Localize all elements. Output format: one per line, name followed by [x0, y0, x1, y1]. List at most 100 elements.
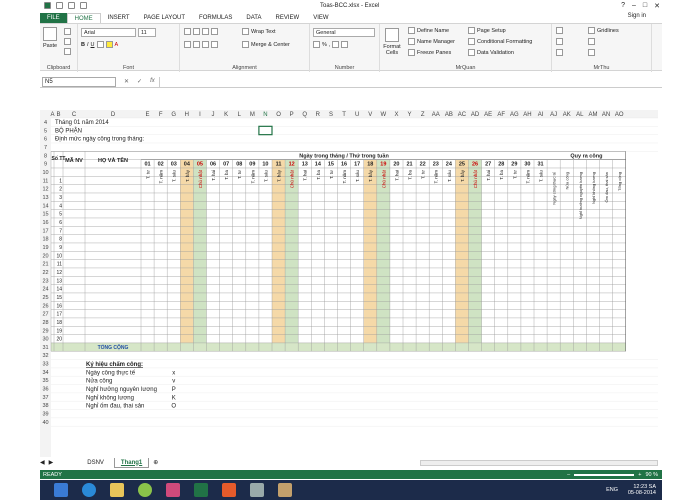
row-header-31[interactable]: 31	[42, 345, 48, 351]
close-icon[interactable]: ✕	[654, 2, 660, 10]
tab-view[interactable]: VIEW	[306, 13, 335, 23]
percent-icon[interactable]: %	[322, 42, 327, 48]
row-header-10[interactable]: 10	[42, 170, 48, 176]
row-header-11[interactable]: 11	[43, 178, 49, 184]
row-header-18[interactable]: 18	[42, 237, 48, 243]
column-header-Z[interactable]: Z	[421, 112, 425, 118]
row-header-5[interactable]: 5	[44, 128, 47, 134]
name-manager-button[interactable]: Name Manager	[417, 39, 455, 45]
row-header-13[interactable]: 13	[42, 195, 48, 201]
folder-icon[interactable]	[278, 483, 292, 497]
column-header-N[interactable]: N	[263, 112, 267, 118]
table-icon[interactable]	[556, 49, 563, 56]
clock[interactable]: 12:23 SA 05-08-2014	[628, 484, 656, 496]
row-header-24[interactable]: 24	[42, 287, 48, 293]
grid-icon[interactable]	[556, 27, 563, 34]
column-header-AE[interactable]: AE	[484, 112, 492, 118]
column-header-AG[interactable]: AG	[510, 112, 519, 118]
sheet-tab-dsnv[interactable]: DSNV	[81, 458, 110, 468]
paste-icon[interactable]	[43, 27, 58, 41]
row-header-38[interactable]: 38	[42, 403, 48, 409]
column-header-Q[interactable]: Q	[302, 112, 307, 118]
column-header-G[interactable]: G	[171, 112, 176, 118]
row-header-27[interactable]: 27	[42, 312, 48, 318]
undo-icon[interactable]	[68, 2, 75, 9]
tab-insert[interactable]: INSERT	[101, 13, 137, 23]
column-header-AB[interactable]: AB	[445, 112, 453, 118]
row-header-15[interactable]: 15	[42, 212, 48, 218]
prev-sheet-icon[interactable]: ◀	[40, 459, 45, 466]
number-format-select[interactable]: General	[313, 28, 375, 37]
column-header-B[interactable]: B	[56, 112, 60, 118]
help-icon[interactable]: ?	[621, 2, 625, 10]
comma-icon[interactable]: ,	[329, 42, 331, 48]
row-header-36[interactable]: 36	[42, 387, 48, 393]
align-center-icon[interactable]	[193, 41, 200, 48]
column-header-X[interactable]: X	[394, 112, 398, 118]
format-cells-button[interactable]: Format Cells	[382, 44, 402, 56]
column-header-P[interactable]: P	[290, 112, 294, 118]
save-icon[interactable]	[56, 2, 63, 9]
align-middle-icon[interactable]	[193, 28, 200, 35]
bold-icon[interactable]: B	[81, 42, 85, 48]
row-header-25[interactable]: 25	[42, 295, 48, 301]
tab-file[interactable]: FILE	[40, 13, 67, 23]
column-header-AL[interactable]: AL	[576, 112, 584, 118]
column-header-AO[interactable]: AO	[615, 112, 624, 118]
row-header-29[interactable]: 29	[42, 328, 48, 334]
row-header-40[interactable]: 40	[42, 420, 48, 426]
column-header-T[interactable]: T	[342, 112, 346, 118]
row-header-16[interactable]: 16	[42, 220, 48, 226]
maximize-icon[interactable]: □	[643, 2, 647, 10]
function-icon[interactable]: fx	[150, 78, 155, 85]
indent-icon[interactable]	[211, 41, 218, 48]
row-header-35[interactable]: 35	[42, 378, 48, 384]
column-header-AI[interactable]: AI	[538, 112, 544, 118]
column-header-AM[interactable]: AM	[588, 112, 597, 118]
column-header-U[interactable]: U	[355, 112, 359, 118]
column-header-F[interactable]: F	[159, 112, 163, 118]
align-bottom-icon[interactable]	[202, 28, 209, 35]
copy-icon[interactable]	[64, 38, 71, 45]
column-header-Y[interactable]: Y	[408, 112, 412, 118]
ie-icon[interactable]	[82, 483, 96, 497]
column-header-A[interactable]: A	[50, 112, 54, 118]
tab-home[interactable]: HOME	[66, 13, 101, 23]
tab-review[interactable]: REVIEW	[269, 13, 307, 23]
column-header-C[interactable]: C	[72, 112, 77, 118]
spreadsheet-grid[interactable]: A B C D E F G H I J K L M N O P Q R S T U V W X Y Z AA AB AC AD AE AF AG…	[40, 110, 658, 457]
row-header-6[interactable]: 6	[44, 137, 47, 143]
row-header-23[interactable]: 23	[42, 278, 48, 284]
tab-formulas[interactable]: FORMULAS	[192, 13, 239, 23]
add-sheet-icon[interactable]: ⊕	[153, 459, 158, 466]
language-indicator[interactable]: ENG	[606, 487, 618, 493]
tools-icon[interactable]	[250, 483, 264, 497]
align-left-icon[interactable]	[184, 41, 191, 48]
name-box[interactable]: N5	[42, 76, 116, 87]
row-header-32[interactable]: 32	[42, 353, 48, 359]
underline-icon[interactable]: U	[91, 42, 95, 48]
align-right-icon[interactable]	[202, 41, 209, 48]
row-header-22[interactable]: 22	[42, 270, 48, 276]
row-header-33[interactable]: 33	[42, 362, 48, 368]
enter-icon[interactable]: ✓	[137, 78, 142, 85]
border-icon[interactable]	[96, 41, 104, 48]
next-sheet-icon[interactable]: ▶	[49, 459, 54, 466]
sheet-tab-thang1[interactable]: Thang1	[113, 457, 150, 468]
excel-taskbar-icon[interactable]	[194, 483, 208, 497]
column-header-E[interactable]: E	[146, 112, 150, 118]
column-header-S[interactable]: S	[329, 112, 333, 118]
zoom-out-icon[interactable]: –	[567, 472, 570, 478]
row-header-34[interactable]: 34	[42, 370, 48, 376]
tab-data[interactable]: DATA	[239, 13, 268, 23]
format-painter-icon[interactable]	[64, 48, 71, 55]
font-name-select[interactable]: Arial	[81, 28, 136, 37]
row-header-14[interactable]: 14	[42, 203, 48, 209]
merge-center-button[interactable]: Merge & Center	[251, 42, 290, 48]
tab-page-layout[interactable]: PAGE LAYOUT	[137, 13, 192, 23]
define-name-button[interactable]: Define Name	[417, 28, 449, 34]
column-header-R[interactable]: R	[316, 112, 321, 118]
paste-button[interactable]: Paste	[43, 43, 57, 49]
column-header-M[interactable]: M	[250, 112, 255, 118]
sheet-icon[interactable]	[588, 49, 595, 56]
